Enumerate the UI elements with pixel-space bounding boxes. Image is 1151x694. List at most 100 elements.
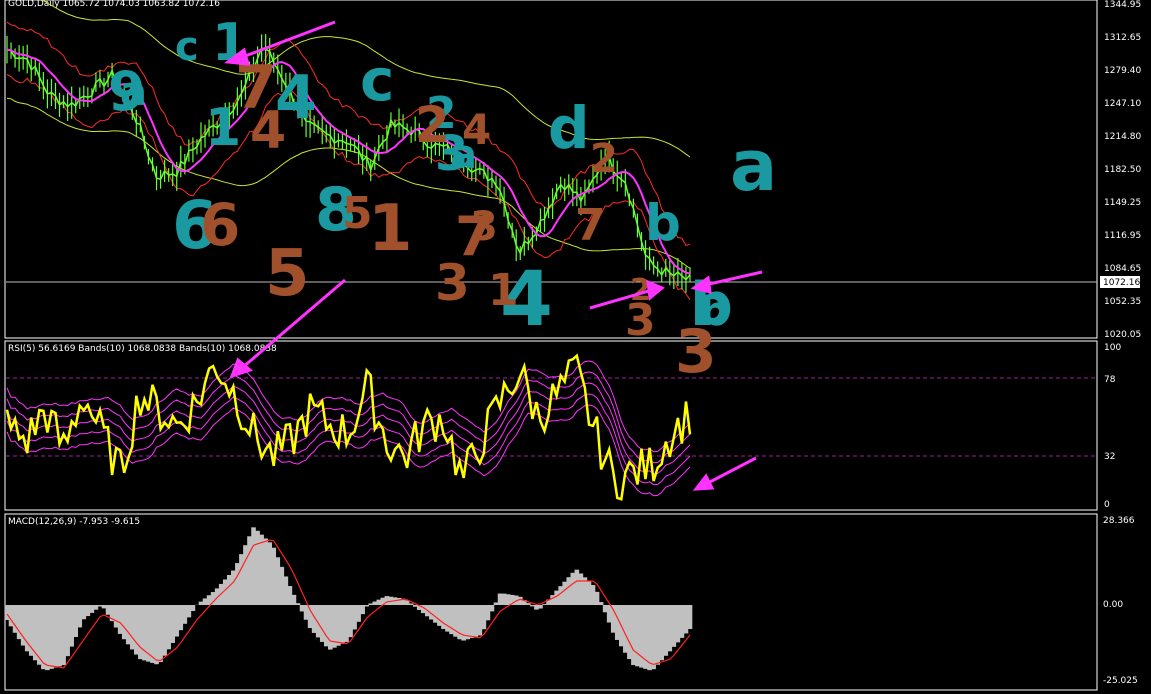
macd-bar [647, 605, 652, 671]
macd-bar [473, 605, 479, 637]
annotation-brown: 7 [575, 200, 606, 251]
price-tick: 1312.65 [1104, 33, 1141, 43]
macd-bar [534, 605, 539, 610]
annotation-brown: 3 [470, 204, 498, 250]
macd-bar [81, 605, 87, 620]
macd-bar [530, 605, 535, 607]
macd-bar [275, 557, 281, 606]
macd-bar [77, 605, 83, 628]
macd-bar [437, 605, 442, 626]
annotation-brown: 2 [590, 136, 618, 182]
macd-bar [235, 563, 240, 606]
annotation-brown: 1 [488, 265, 519, 316]
annotation-brown: 6 [200, 191, 240, 259]
macd-bar [121, 605, 127, 640]
macd-bar [61, 605, 66, 666]
macd-bar [526, 603, 531, 606]
macd-bar [69, 605, 74, 647]
macd-bar [614, 605, 620, 640]
macd-bar [170, 605, 176, 643]
macd-bar [562, 581, 568, 606]
macd-bar [41, 605, 46, 670]
macd-bar [594, 591, 600, 606]
macd-bar [247, 536, 252, 606]
annotation-teal: d [548, 94, 590, 162]
macd-bar [93, 605, 99, 610]
macd-bar [396, 598, 402, 606]
chart-window: GOLD,Daily 1065.72 1074.03 1063.82 1072.… [0, 0, 1151, 694]
macd-bar [138, 605, 143, 660]
macd-bar [198, 601, 204, 606]
macd-bar [352, 605, 357, 630]
macd-bar [49, 605, 54, 669]
rsi-tick: 78 [1104, 375, 1116, 385]
macd-bar [445, 605, 450, 632]
annotation-brown: 4 [250, 101, 286, 161]
macd-bar [542, 604, 547, 606]
macd-bar [554, 590, 559, 606]
macd-bar [255, 530, 260, 606]
macd-bar [606, 605, 612, 623]
macd-bar [623, 605, 628, 653]
macd-bar [501, 593, 507, 606]
macd-bar [4, 605, 10, 620]
macd-bar [348, 605, 353, 638]
macd-bar [517, 596, 523, 606]
annotation-teal: c [175, 24, 199, 70]
annotation-brown: 5 [265, 237, 310, 311]
macd-bar [433, 605, 438, 623]
macd-tick: -25.025 [1103, 676, 1138, 686]
macd-bar [89, 605, 95, 613]
macd-bar [586, 581, 592, 606]
macd-bar [659, 605, 665, 661]
price-tick: 1149.25 [1104, 198, 1141, 208]
macd-bar [344, 605, 349, 642]
rsi-tick: 32 [1104, 452, 1115, 462]
macd-bar [8, 605, 14, 627]
annotation-teal: a [120, 69, 147, 115]
macd-bar [190, 605, 196, 612]
macd-bar [360, 605, 365, 615]
macd-bar [45, 605, 50, 671]
macd-bar [574, 569, 580, 606]
macd-bar [336, 605, 341, 646]
price-tick: 1020.05 [1104, 330, 1141, 340]
macd-bar [186, 605, 192, 618]
macd-header: MACD(12,26,9) -7.953 -9.615 [8, 517, 140, 527]
macd-bar [687, 605, 693, 629]
macd-bar [566, 577, 572, 606]
macd-bar [97, 605, 103, 607]
macd-bar [505, 594, 511, 606]
price-tick: 1247.10 [1104, 99, 1141, 109]
macd-bar [319, 605, 325, 642]
macd-bar [635, 605, 640, 667]
macd-bar [239, 554, 244, 606]
macd-bar [259, 534, 264, 606]
macd-bar [206, 595, 212, 606]
annotation-brown: 3 [675, 317, 717, 387]
macd-bar [493, 602, 499, 606]
macd-bar [271, 547, 277, 606]
annotation-brown: 2 [415, 96, 450, 154]
macd-bar [497, 593, 503, 606]
annotation-brown: 3 [435, 254, 470, 312]
macd-bar [489, 605, 495, 612]
macd-bar [441, 605, 446, 630]
macd-bar [303, 605, 309, 620]
macd-bar [663, 605, 669, 656]
macd-bar [485, 605, 491, 621]
rsi-header: RSI(5) 56.6169 Bands(10) 1068.0838 Bands… [8, 344, 277, 354]
rsi-tick: 100 [1104, 343, 1121, 353]
macd-bar [323, 605, 329, 647]
macd-bar [683, 605, 689, 634]
annotation-teal: a [730, 125, 777, 207]
macd-bar [368, 603, 374, 606]
price-tick: 1182.50 [1104, 165, 1141, 175]
macd-bar [162, 605, 167, 656]
macd-bar [675, 605, 681, 643]
macd-bar [231, 570, 236, 606]
annotation-brown: 4 [462, 105, 491, 154]
macd-bar [85, 605, 91, 617]
macd-bar [590, 585, 596, 606]
macd-bar [279, 566, 285, 606]
